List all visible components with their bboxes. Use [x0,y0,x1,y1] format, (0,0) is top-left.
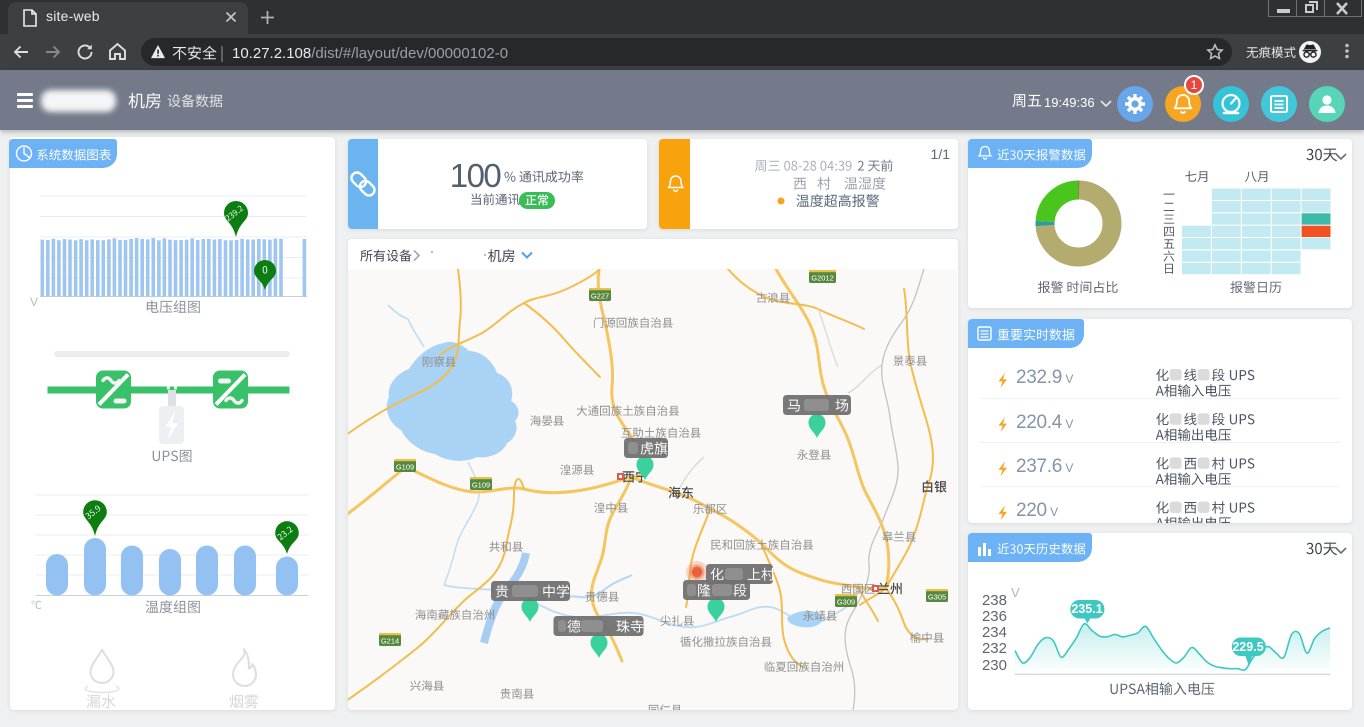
svg-text:G2012: G2012 [811,274,834,283]
svg-text:G309: G309 [837,598,855,607]
svg-text:G214: G214 [381,637,399,646]
svg-text:G227: G227 [591,292,609,301]
svg-text:G109: G109 [472,481,490,490]
svg-text:G305: G305 [928,593,946,602]
svg-text:G109: G109 [396,463,414,472]
